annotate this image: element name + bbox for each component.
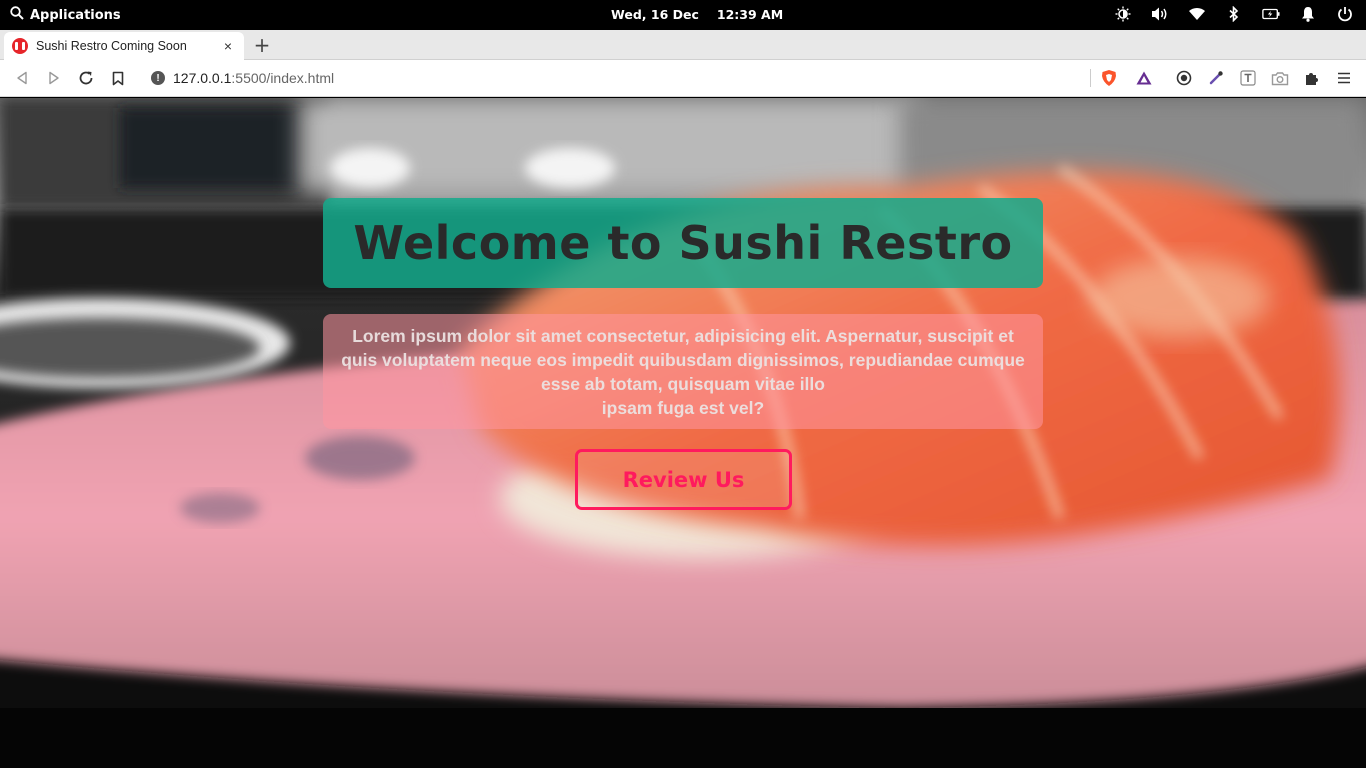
review-us-button[interactable]: Review Us (575, 449, 792, 510)
reload-icon[interactable] (77, 69, 95, 87)
toolbar-separator (1090, 69, 1091, 87)
back-icon[interactable] (13, 69, 31, 87)
extensions-puzzle-icon[interactable] (1303, 69, 1321, 87)
brave-shields-icon[interactable] (1100, 69, 1118, 87)
hero-description: Lorem ipsum dolor sit amet consectetur, … (337, 324, 1029, 420)
applications-menu[interactable]: Applications (10, 6, 121, 24)
site-info-icon[interactable]: ! (151, 71, 165, 85)
record-icon[interactable] (1175, 69, 1193, 87)
system-tray[interactable] (1114, 5, 1354, 23)
tab-close-icon[interactable]: × (220, 38, 236, 54)
tab-title: Sushi Restro Coming Soon (36, 39, 187, 53)
new-tab-button[interactable]: + (252, 33, 272, 57)
browser-toolbar: ! 127.0.0.1:5500/index.html (0, 60, 1366, 97)
brave-rewards-icon[interactable] (1135, 69, 1153, 87)
url-host: 127.0.0.1 (173, 70, 232, 86)
menu-icon[interactable] (1335, 69, 1353, 87)
sushi-favicon-icon (12, 38, 28, 54)
applications-label[interactable]: Applications (30, 8, 121, 23)
address-bar[interactable]: ! 127.0.0.1:5500/index.html (140, 64, 1090, 92)
clock-time: 12:39 AM (716, 7, 784, 22)
clock-date: Wed, 16 Dec (611, 7, 699, 22)
search-icon (10, 6, 24, 24)
forward-icon[interactable] (45, 69, 63, 87)
page-viewport: Welcome to Sushi Restro Lorem ipsum dolo… (0, 98, 1366, 768)
color-picker-icon[interactable] (1207, 69, 1225, 87)
page-title: Welcome to Sushi Restro (353, 216, 1013, 270)
url-path: :5500/index.html (231, 70, 335, 86)
power-icon[interactable] (1336, 5, 1354, 23)
clock[interactable]: Wed, 16 Dec 12:39 AM (611, 7, 783, 22)
description-line-1: Lorem ipsum dolor sit amet consectetur, … (341, 325, 1025, 394)
browser-tab-strip: Sushi Restro Coming Soon × + (0, 30, 1366, 60)
bluetooth-icon[interactable] (1225, 5, 1243, 23)
system-top-bar: Applications Wed, 16 Dec 12:39 AM (0, 0, 1366, 30)
battery-icon[interactable] (1262, 5, 1280, 23)
text-extension-icon[interactable] (1239, 69, 1257, 87)
notification-bell-icon[interactable] (1299, 5, 1317, 23)
screenshot-icon[interactable] (1271, 69, 1289, 87)
volume-icon[interactable] (1151, 5, 1169, 23)
tab-sushi-restro[interactable]: Sushi Restro Coming Soon × (4, 32, 244, 60)
bookmark-icon[interactable] (109, 69, 127, 87)
hero-description-box: Lorem ipsum dolor sit amet consectetur, … (323, 314, 1043, 429)
hero-title-box: Welcome to Sushi Restro (323, 198, 1043, 288)
description-line-2: ipsam fuga est vel? (601, 397, 765, 418)
brightness-icon[interactable] (1114, 5, 1132, 23)
wifi-icon[interactable] (1188, 5, 1206, 23)
